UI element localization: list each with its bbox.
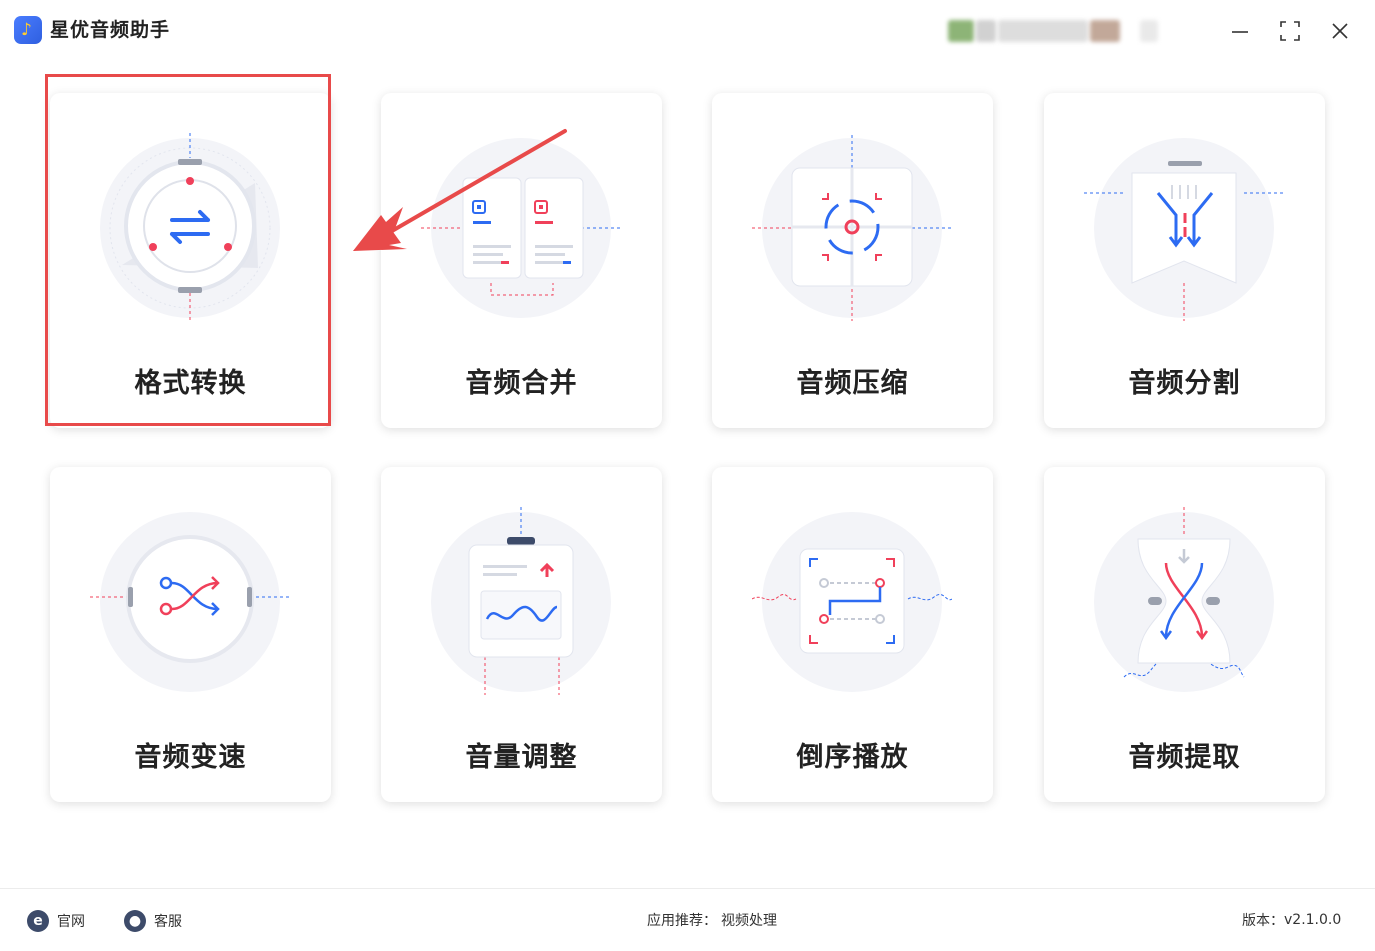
card-label: 倒序播放 — [796, 742, 909, 773]
app-title: 星优音频助手 — [50, 19, 171, 41]
card-label: 音频合并 — [465, 368, 578, 399]
close-button[interactable] — [1323, 16, 1357, 46]
website-label: 官网 — [57, 914, 85, 930]
reverse-play-icon — [752, 512, 952, 692]
version-value: v2.1.0.0 — [1284, 912, 1342, 928]
maximize-icon — [1280, 21, 1300, 41]
card-label: 音量调整 — [465, 742, 578, 773]
close-icon — [1332, 23, 1348, 39]
recommend-label: 应用推荐： — [647, 913, 717, 929]
music-note-icon: ♪ — [21, 20, 32, 40]
card-reverse-play[interactable]: 倒序播放 — [712, 467, 993, 802]
card-audio-compress[interactable]: 音频压缩 — [712, 93, 993, 428]
minimize-icon — [1232, 31, 1248, 33]
card-audio-extract[interactable]: 音频提取 — [1044, 467, 1325, 802]
card-volume-adjust[interactable]: 音量调整 — [381, 467, 662, 802]
support-link[interactable]: ● 客服 — [124, 910, 182, 932]
browser-icon: e — [27, 910, 49, 932]
card-label: 音频分割 — [1128, 368, 1241, 399]
audio-compress-icon — [752, 135, 952, 321]
app-logo: ♪ — [14, 16, 42, 44]
selection-highlight-frame — [45, 74, 331, 426]
maximize-button[interactable] — [1273, 16, 1307, 46]
audio-speed-icon — [90, 512, 290, 692]
footer-bar: e 官网 ● 客服 应用推荐： 视频处理 版本： v2.1.0.0 — [0, 888, 1375, 951]
chat-icon: ● — [124, 910, 146, 932]
version-info: 版本： v2.1.0.0 — [1242, 910, 1341, 930]
volume-adjust-icon — [431, 507, 611, 695]
app-recommendation: 应用推荐： 视频处理 — [647, 910, 777, 930]
card-label: 音频变速 — [134, 742, 247, 773]
card-audio-speed[interactable]: 音频变速 — [50, 467, 331, 802]
annotation-arrow-icon — [353, 129, 567, 251]
audio-split-icon — [1084, 138, 1284, 321]
audio-extract-icon — [1094, 507, 1274, 692]
version-label: 版本： — [1242, 913, 1284, 929]
recommend-video-link[interactable]: 视频处理 — [721, 910, 777, 930]
card-audio-split[interactable]: 音频分割 — [1044, 93, 1325, 428]
user-account-avatar[interactable] — [948, 14, 1158, 48]
card-label: 音频提取 — [1128, 742, 1241, 773]
card-label: 音频压缩 — [796, 368, 909, 399]
support-label: 客服 — [154, 914, 182, 930]
website-link[interactable]: e 官网 — [27, 910, 85, 932]
title-bar: ♪ 星优音频助手 — [0, 0, 1375, 62]
minimize-button[interactable] — [1223, 16, 1257, 46]
